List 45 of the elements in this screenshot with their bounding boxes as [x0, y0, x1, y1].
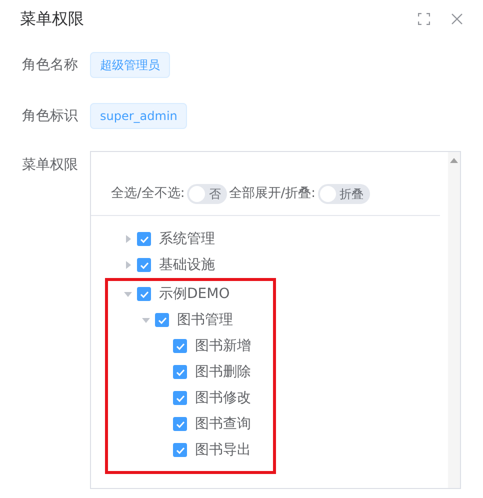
close-icon[interactable]	[451, 13, 463, 25]
role-tag: super_admin	[90, 103, 188, 129]
tree-node-label[interactable]: 示例DEMO	[159, 284, 230, 304]
role-tag: 超级管理员	[90, 52, 170, 78]
field-label: 角色名称	[21, 56, 79, 74]
tree-node-label[interactable]: 图书删除	[195, 362, 251, 382]
checkbox[interactable]	[173, 339, 187, 353]
fullscreen-icon[interactable]	[418, 13, 430, 25]
check-icon	[176, 394, 184, 402]
check-icon	[176, 420, 184, 428]
caret-right-icon[interactable]	[126, 261, 130, 269]
tree-node-label[interactable]: 图书新增	[195, 336, 251, 356]
checkbox[interactable]	[173, 443, 187, 457]
checkbox[interactable]	[173, 365, 187, 379]
checkbox[interactable]	[155, 313, 169, 327]
tree-node-label[interactable]: 图书导出	[195, 440, 251, 460]
check-icon	[176, 368, 184, 376]
switch-label: 全选/全不选:	[111, 184, 185, 203]
caret-down-icon[interactable]	[124, 292, 132, 296]
checkbox[interactable]	[137, 258, 151, 272]
check-icon	[158, 316, 166, 324]
caret-right-icon[interactable]	[126, 235, 130, 243]
scrollbar[interactable]	[448, 152, 460, 488]
tree-node-label[interactable]: 图书查询	[195, 414, 251, 434]
tree-node-label[interactable]: 图书管理	[177, 310, 233, 330]
caret-down-icon[interactable]	[142, 318, 150, 322]
checkbox[interactable]	[173, 417, 187, 431]
tree-node-label[interactable]: 系统管理	[159, 228, 215, 250]
check-icon	[140, 290, 148, 298]
check-icon	[140, 236, 148, 242]
check-icon	[176, 446, 184, 454]
checkbox[interactable]	[137, 232, 151, 246]
checkbox[interactable]	[137, 287, 151, 301]
field-label: 角色标识	[21, 106, 79, 126]
tree-node-label[interactable]: 图书修改	[195, 388, 251, 408]
toggle-switch[interactable]: 否	[186, 184, 227, 204]
dialog-title: 菜单权限	[20, 8, 84, 30]
check-icon	[140, 262, 148, 268]
toggle-switch[interactable]: 折叠	[318, 184, 370, 204]
checkbox[interactable]	[173, 391, 187, 405]
field-label: 菜单权限	[21, 156, 79, 175]
tree-node-label[interactable]: 基础设施	[159, 254, 215, 276]
switch-label: 全部展开/折叠:	[228, 184, 316, 203]
check-icon	[176, 342, 184, 350]
arrow-up-icon[interactable]	[450, 158, 458, 163]
